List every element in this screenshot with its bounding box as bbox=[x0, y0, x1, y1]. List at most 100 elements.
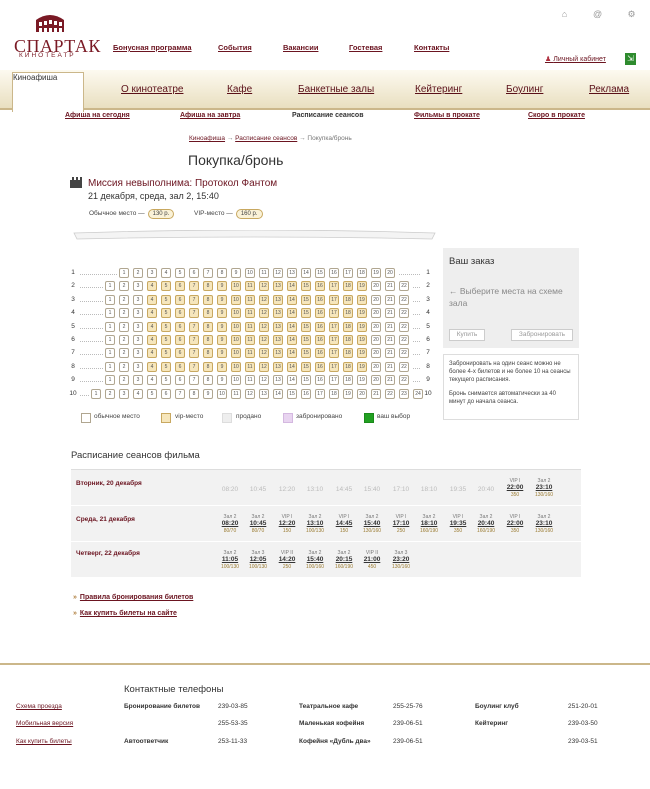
nav-ads[interactable]: Реклама bbox=[589, 84, 629, 95]
seat[interactable]: 8 bbox=[203, 322, 213, 332]
seat[interactable]: 19 bbox=[357, 295, 367, 305]
seat[interactable]: 21 bbox=[371, 389, 381, 399]
seat[interactable]: 2 bbox=[119, 295, 129, 305]
seat[interactable]: 4 bbox=[147, 348, 157, 358]
seat[interactable]: 14 bbox=[287, 335, 297, 345]
seat[interactable]: 4 bbox=[147, 322, 157, 332]
seat[interactable]: 3 bbox=[133, 322, 143, 332]
seat[interactable]: 8 bbox=[203, 362, 213, 372]
seat[interactable]: 5 bbox=[161, 335, 171, 345]
subnav-tomorrow[interactable]: Афиша на завтра bbox=[180, 112, 240, 119]
seat[interactable]: 15 bbox=[301, 335, 311, 345]
footer-link-howto[interactable]: Как купить билеты bbox=[16, 738, 72, 745]
seat[interactable]: 2 bbox=[105, 389, 115, 399]
seat[interactable]: 9 bbox=[217, 362, 227, 372]
seat[interactable]: 2 bbox=[119, 322, 129, 332]
subnav-soon[interactable]: Скоро в прокате bbox=[528, 112, 585, 119]
seat[interactable]: 20 bbox=[371, 348, 381, 358]
seat[interactable]: 14 bbox=[273, 389, 283, 399]
seat[interactable]: 4 bbox=[147, 308, 157, 318]
seat[interactable]: 11 bbox=[245, 322, 255, 332]
session-cell[interactable]: VIP I 22:00 350 bbox=[501, 478, 529, 498]
seat[interactable]: 5 bbox=[161, 362, 171, 372]
seat[interactable]: 10 bbox=[231, 348, 241, 358]
seat[interactable]: 21 bbox=[385, 375, 395, 385]
breadcrumb-schedule[interactable]: Расписание сеансов bbox=[235, 135, 297, 142]
seat[interactable]: 3 bbox=[133, 308, 143, 318]
howto-link[interactable]: » Как купить билеты на сайте bbox=[73, 610, 177, 617]
seat[interactable]: 17 bbox=[343, 268, 353, 278]
seat[interactable]: 16 bbox=[329, 268, 339, 278]
seat[interactable]: 10 bbox=[217, 389, 227, 399]
seat[interactable]: 9 bbox=[217, 295, 227, 305]
seat[interactable]: 5 bbox=[161, 308, 171, 318]
seat[interactable]: 3 bbox=[119, 389, 129, 399]
seat[interactable]: 3 bbox=[133, 335, 143, 345]
seat[interactable]: 8 bbox=[203, 308, 213, 318]
seat[interactable]: 19 bbox=[357, 335, 367, 345]
footer-link-map[interactable]: Схема проезда bbox=[16, 703, 62, 710]
seat[interactable]: 12 bbox=[259, 375, 269, 385]
seat[interactable]: 17 bbox=[329, 322, 339, 332]
seat[interactable]: 1 bbox=[105, 281, 115, 291]
seat[interactable]: 9 bbox=[203, 389, 213, 399]
seat[interactable]: 14 bbox=[287, 348, 297, 358]
seat[interactable]: 11 bbox=[245, 295, 255, 305]
seat[interactable]: 7 bbox=[189, 295, 199, 305]
seat[interactable]: 7 bbox=[189, 348, 199, 358]
seat[interactable]: 12 bbox=[259, 322, 269, 332]
seat[interactable]: 19 bbox=[357, 308, 367, 318]
seat[interactable]: 20 bbox=[371, 362, 381, 372]
breadcrumb-kinoafisha[interactable]: Киноафиша bbox=[189, 135, 225, 142]
session-cell[interactable]: VIP II 14:20 250 bbox=[273, 550, 301, 570]
seat[interactable]: 15 bbox=[287, 389, 297, 399]
seat[interactable]: 15 bbox=[301, 295, 311, 305]
session-cell[interactable]: Зал 2 08:20 80/70 bbox=[216, 514, 244, 534]
seat[interactable]: 2 bbox=[119, 348, 129, 358]
seat[interactable]: 8 bbox=[203, 281, 213, 291]
seat[interactable]: 15 bbox=[301, 375, 311, 385]
seat[interactable]: 20 bbox=[357, 389, 367, 399]
seat[interactable]: 19 bbox=[357, 281, 367, 291]
seat[interactable]: 6 bbox=[175, 322, 185, 332]
seat[interactable]: 9 bbox=[217, 335, 227, 345]
seat[interactable]: 7 bbox=[189, 308, 199, 318]
session-cell[interactable]: VIP II 21:00 450 bbox=[358, 550, 386, 570]
seat[interactable]: 4 bbox=[147, 362, 157, 372]
seat[interactable]: 16 bbox=[315, 295, 325, 305]
seat[interactable]: 10 bbox=[245, 268, 255, 278]
seat[interactable]: 21 bbox=[385, 362, 395, 372]
seat[interactable]: 13 bbox=[273, 281, 283, 291]
seat[interactable]: 1 bbox=[105, 322, 115, 332]
seat[interactable]: 15 bbox=[301, 322, 311, 332]
seat[interactable]: 5 bbox=[161, 375, 171, 385]
session-cell[interactable]: Зал 2 15:40 130/160 bbox=[358, 514, 386, 534]
seat[interactable]: 14 bbox=[301, 268, 311, 278]
seat[interactable]: 18 bbox=[343, 295, 353, 305]
seat[interactable]: 1 bbox=[105, 295, 115, 305]
seat[interactable]: 8 bbox=[217, 268, 227, 278]
seat[interactable]: 23 bbox=[399, 389, 409, 399]
session-cell[interactable]: Зал 2 18:10 160/190 bbox=[415, 514, 443, 534]
seat[interactable]: 14 bbox=[287, 295, 297, 305]
seat[interactable]: 16 bbox=[315, 348, 325, 358]
session-cell[interactable]: VIP I 12:20 150 bbox=[273, 514, 301, 534]
nav-cafe[interactable]: Кафе bbox=[227, 84, 252, 95]
seat[interactable]: 18 bbox=[343, 362, 353, 372]
seat[interactable]: 22 bbox=[399, 375, 409, 385]
seat[interactable]: 2 bbox=[119, 375, 129, 385]
seat[interactable]: 11 bbox=[245, 308, 255, 318]
session-cell[interactable]: Зал 2 15:40 100/160 bbox=[301, 550, 329, 570]
seat[interactable]: 20 bbox=[371, 322, 381, 332]
seat[interactable]: 4 bbox=[147, 295, 157, 305]
seat[interactable]: 16 bbox=[301, 389, 311, 399]
seat[interactable]: 24 bbox=[413, 389, 423, 399]
seat[interactable]: 19 bbox=[357, 362, 367, 372]
seat[interactable]: 21 bbox=[385, 322, 395, 332]
seat[interactable]: 20 bbox=[371, 335, 381, 345]
seat[interactable]: 5 bbox=[175, 268, 185, 278]
mail-icon[interactable]: @ bbox=[593, 10, 602, 19]
seat[interactable]: 6 bbox=[175, 335, 185, 345]
seat[interactable]: 3 bbox=[133, 295, 143, 305]
nav-banquet[interactable]: Банкетные залы bbox=[298, 84, 374, 95]
